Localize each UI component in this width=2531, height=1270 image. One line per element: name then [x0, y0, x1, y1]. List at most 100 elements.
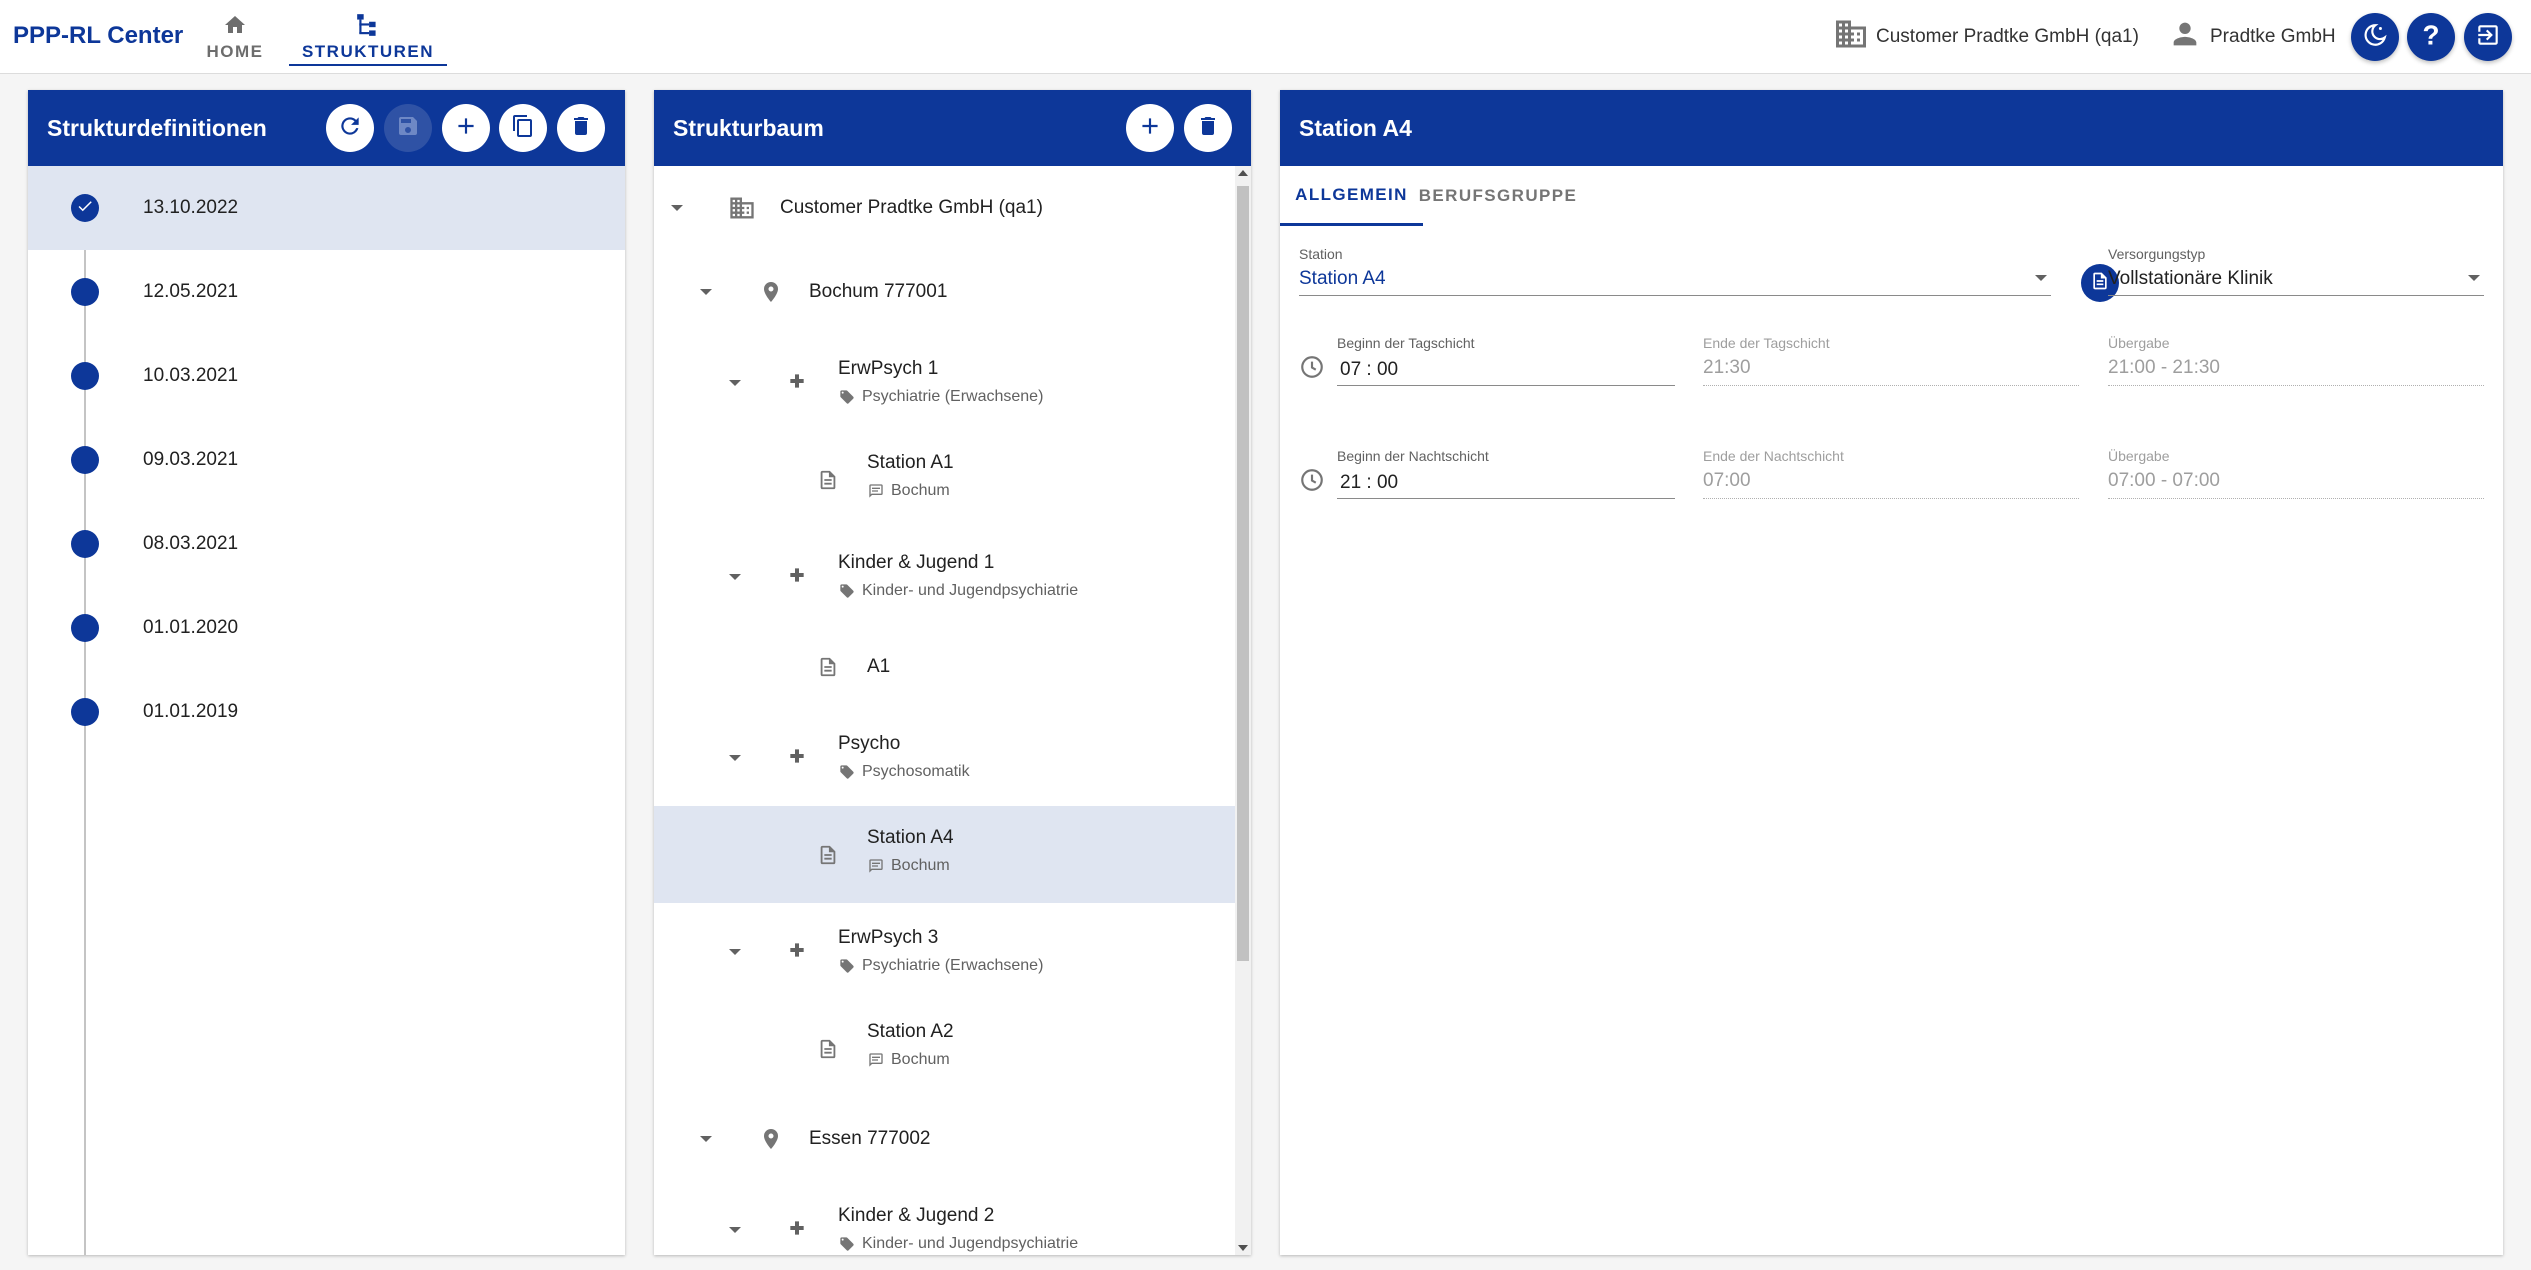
scroll-down-arrow-icon[interactable] [1238, 1245, 1248, 1251]
station-select[interactable]: Station Station A4 [1299, 246, 2051, 296]
day-shift-end-label: Ende der Tagschicht [1703, 335, 1830, 351]
copy-icon [511, 114, 535, 143]
tree-node-label: Customer Pradtke GmbH (qa1) [780, 197, 1043, 218]
tree-node-department[interactable]: Kinder & Jugend 1 Kinder- und Jugendpsyc… [654, 528, 1235, 625]
delete-button[interactable] [557, 104, 605, 152]
definition-date: 01.01.2020 [143, 617, 239, 638]
day-shift-start-label: Beginn der Tagschicht [1337, 335, 1475, 351]
plus-icon [453, 113, 479, 144]
definition-item[interactable]: 01.01.2020 [28, 586, 625, 670]
tree-node-department[interactable]: Kinder & Jugend 2 Kinder- und Jugendpsyc… [654, 1181, 1235, 1255]
structure-tree: Customer Pradtke GmbH (qa1) Bochum 77700… [654, 166, 1235, 1255]
tree-node-subtitle-text: Bochum [891, 1051, 950, 1068]
location-pin-icon [758, 278, 784, 306]
care-type-select[interactable]: Versorgungstyp Vollstationäre Klinik [2108, 246, 2484, 296]
timeline-dot [71, 530, 99, 558]
tab-profession[interactable]: BERUFSGRUPPE [1419, 166, 1576, 226]
tag-icon [840, 1237, 854, 1251]
definition-item[interactable]: 08.03.2021 [28, 502, 625, 586]
dropdown-arrow-icon [2468, 275, 2480, 281]
station-detail-header: Station A4 [1280, 90, 2503, 166]
nav-home-label: HOME [206, 42, 264, 61]
theme-toggle-button[interactable] [2351, 13, 2399, 61]
refresh-button[interactable] [326, 104, 374, 152]
night-shift-start-underline [1337, 498, 1675, 499]
tree-node-label: Essen 777002 [809, 1128, 931, 1149]
tree-node-location[interactable]: Bochum 777001 [654, 250, 1235, 334]
tree-node-department[interactable]: ErwPsych 3 Psychiatrie (Erwachsene) [654, 903, 1235, 1000]
help-button[interactable]: ? [2407, 13, 2455, 61]
day-shift-handover-underline [2108, 385, 2484, 386]
tree-node-label: ErwPsych 3 [838, 927, 939, 948]
home-icon [221, 12, 249, 38]
day-shift-start-field[interactable]: Beginn der Tagschicht 07 : 00 [1337, 335, 1675, 386]
station-label: Station [1299, 246, 1343, 262]
document-icon [816, 653, 840, 681]
organization-selector[interactable]: Customer Pradtke GmbH (qa1) [1832, 0, 2139, 74]
timeline-dot [71, 362, 99, 390]
definition-item[interactable]: 12.05.2021 [28, 250, 625, 334]
app-title: PPP-RL Center [13, 22, 184, 49]
tree-node-subtitle: Bochum [867, 857, 950, 875]
copy-button[interactable] [499, 104, 547, 152]
collapse-caret-icon[interactable] [671, 205, 683, 211]
care-type-underline [2108, 295, 2484, 296]
day-shift-handover-label: Übergabe [2108, 335, 2170, 351]
building-icon [1832, 16, 1870, 58]
collapse-caret-icon[interactable] [729, 949, 741, 955]
medical-cross-icon [788, 566, 806, 584]
plus-icon [1137, 113, 1163, 144]
logout-button[interactable] [2464, 13, 2512, 61]
tree-node-station[interactable]: Station A2 Bochum [654, 1000, 1235, 1097]
tree-node-department[interactable]: Psycho Psychosomatik [654, 709, 1235, 806]
refresh-icon [337, 113, 363, 144]
definition-item[interactable]: 10.03.2021 [28, 334, 625, 418]
definition-item[interactable]: 13.10.2022 [28, 166, 625, 250]
nav-home[interactable]: HOME [205, 12, 265, 66]
tree-node-label: Kinder & Jugend 1 [838, 552, 995, 573]
nav-structures[interactable]: STRUKTUREN [289, 12, 447, 66]
save-button[interactable] [384, 104, 432, 152]
clock-icon [1299, 354, 1325, 385]
definition-item[interactable]: 09.03.2021 [28, 418, 625, 502]
tab-general[interactable]: ALLGEMEIN [1280, 166, 1423, 226]
add-button[interactable] [442, 104, 490, 152]
logout-icon [2475, 22, 2501, 53]
tree-node-location[interactable]: Essen 777002 [654, 1097, 1235, 1181]
collapse-caret-icon[interactable] [700, 289, 712, 295]
collapse-caret-icon[interactable] [700, 1136, 712, 1142]
tree-node-station-selected[interactable]: Station A4 Bochum [654, 806, 1235, 903]
trash-icon [569, 114, 593, 143]
collapse-caret-icon[interactable] [729, 1227, 741, 1233]
add-node-button[interactable] [1126, 104, 1174, 152]
scroll-up-arrow-icon[interactable] [1238, 170, 1248, 176]
collapse-caret-icon[interactable] [729, 755, 741, 761]
moon-icon [2362, 22, 2388, 53]
tree-node-label: Station A4 [867, 827, 954, 848]
document-icon [816, 1035, 840, 1063]
tag-icon [840, 584, 854, 598]
day-shift-end-field: Ende der Tagschicht 21:30 [1703, 335, 2079, 386]
tree-node-station[interactable]: Station A1 Bochum [654, 431, 1235, 528]
collapse-caret-icon[interactable] [729, 380, 741, 386]
timeline-dot [71, 698, 99, 726]
night-shift-handover-label: Übergabe [2108, 448, 2170, 464]
collapse-caret-icon[interactable] [729, 574, 741, 580]
tree-node-label: A1 [867, 656, 891, 677]
night-shift-start-field[interactable]: Beginn der Nachtschicht 21 : 00 [1337, 448, 1675, 499]
scrollbar-thumb[interactable] [1237, 186, 1249, 961]
timeline-dot [71, 278, 99, 306]
tree-scrollbar[interactable] [1235, 166, 1251, 1255]
tree-node-subtitle-text: Psychosomatik [862, 763, 970, 780]
definition-item[interactable]: 01.01.2019 [28, 670, 625, 754]
care-type-value: Vollstationäre Klinik [2108, 268, 2273, 289]
tree-node-station[interactable]: A1 [654, 625, 1235, 709]
tree-node-organization[interactable]: Customer Pradtke GmbH (qa1) [654, 166, 1235, 250]
tree-node-department[interactable]: ErwPsych 1 Psychiatrie (Erwachsene) [654, 334, 1235, 431]
tree-node-label: ErwPsych 1 [838, 358, 939, 379]
night-shift-end-value: 07:00 [1703, 470, 1751, 491]
delete-node-button[interactable] [1184, 104, 1232, 152]
top-bar: PPP-RL Center HOME STRUKTUREN Customer P… [0, 0, 2531, 74]
day-shift-start-value: 07 : 00 [1340, 359, 1399, 380]
user-menu[interactable]: Pradtke GmbH [2168, 0, 2336, 74]
